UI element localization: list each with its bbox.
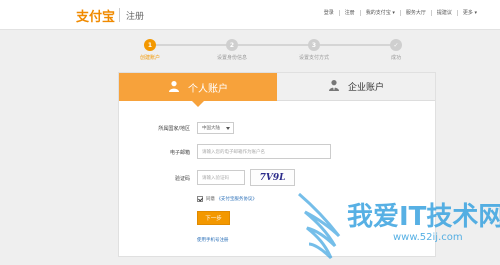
next-step-button[interactable]: 下一步 [197,211,230,225]
page-title: 注册 [126,12,145,22]
top-nav: 登录 注册 我的支付宝 ▾ 服务大厅 提建议 更多 ▾ [319,9,482,16]
nav-more-label: 更多 [462,10,473,16]
agree-checkbox[interactable] [197,196,203,202]
step-1-marker: 1 [144,39,156,51]
wing-logo-icon [298,192,341,260]
step-connector [156,44,228,46]
tab-personal-account[interactable]: 个人账户 [119,73,277,101]
tab-personal-label: 个人账户 [188,83,228,95]
top-header: 支付宝 注册 登录 注册 我的支付宝 ▾ 服务大厅 提建议 更多 ▾ [0,0,500,30]
country-select-value: 中国大陆 [202,126,220,131]
nav-my-alipay-label: 我的支付宝 [365,10,391,16]
captcha-label: 验证码 [174,176,190,182]
step-3-marker: 3 [308,39,320,51]
alipay-logo[interactable]: 支付宝 [76,6,115,25]
nav-my-alipay-link[interactable]: 我的支付宝 ▾ [361,9,400,16]
watermark: 我爱IT技术网 www.52ij.com [295,188,500,265]
email-label: 电子邮箱 [169,150,190,156]
chevron-down-icon [226,127,230,130]
step-connector [320,44,392,46]
logo-divider [119,8,120,22]
step-2-marker: 2 [226,39,238,51]
step-1-label: 创建账户 [139,55,161,61]
country-select[interactable]: 中国大陆 [197,122,234,134]
watermark-url: www.52ij.com [393,232,463,243]
captcha-image[interactable]: 7V9L [250,169,295,186]
mobile-register-link[interactable]: 使用手机号注册 [197,237,229,243]
country-label: 所属国家/地区 [158,126,190,132]
business-user-icon [328,79,340,94]
registration-page: 支付宝 注册 登录 注册 我的支付宝 ▾ 服务大厅 提建议 更多 ▾ 1 2 3… [0,0,500,265]
step-4-check-icon: ✓ [390,39,402,51]
agree-text: 同意 《支付宝服务协议》 [206,196,257,202]
nav-more-menu[interactable]: 更多 ▾ [458,9,482,16]
step-2-label: 设置身份信息 [216,55,248,61]
active-tab-pointer [192,101,204,107]
service-agreement-link[interactable]: 《支付宝服务协议》 [216,197,257,202]
step-3-label: 设置支付方式 [298,55,330,61]
user-icon [168,80,180,95]
nav-login-link[interactable]: 登录 [319,9,339,16]
agree-prefix: 同意 [206,197,215,202]
captcha-input[interactable]: 请输入验证码 [197,170,245,185]
email-input[interactable]: 请输入您的电子邮箱作为账户名 [197,144,331,159]
nav-register-link[interactable]: 注册 [340,9,360,16]
nav-service-hall-link[interactable]: 服务大厅 [401,9,431,16]
nav-suggestion-link[interactable]: 提建议 [432,9,457,16]
tab-business-account[interactable]: 企业账户 [277,73,435,101]
step-connector [238,44,310,46]
registration-steps: 1 2 3 ✓ 创建账户 设置身份信息 设置支付方式 成功 [120,36,420,66]
watermark-text: 我爱IT技术网 [347,202,500,232]
tab-business-label: 企业账户 [347,83,384,93]
step-4-label: 成功 [390,55,402,61]
